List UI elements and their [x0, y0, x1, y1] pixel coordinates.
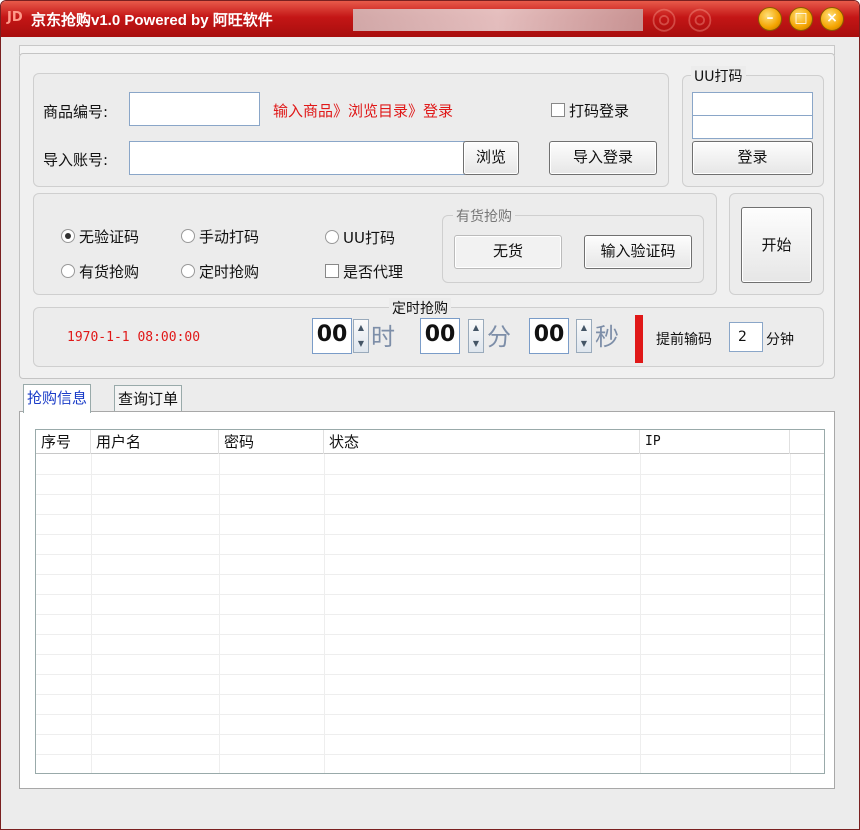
- grid-row-line: [36, 474, 824, 475]
- grid-row-line: [36, 654, 824, 655]
- minutes-spinner[interactable]: ▲ ▼: [468, 319, 484, 353]
- close-button[interactable]: ×: [820, 7, 844, 31]
- column-header-password[interactable]: 密码: [219, 430, 324, 454]
- grid-row-line: [36, 534, 824, 535]
- column-header-ip[interactable]: IP: [640, 430, 790, 454]
- table-header: 序号 用户名 密码 状态 IP: [36, 430, 824, 454]
- import-login-button[interactable]: 导入登录: [549, 141, 657, 175]
- seconds-unit: 秒: [595, 323, 619, 351]
- radio-uu-captcha[interactable]: [325, 230, 339, 244]
- radio-timed-label: 定时抢购: [199, 263, 260, 281]
- enter-captcha-button[interactable]: 输入验证码: [584, 235, 692, 269]
- import-login-button-label: 导入登录: [572, 148, 633, 166]
- seconds-spinner[interactable]: ▲ ▼: [576, 319, 592, 353]
- advance-input[interactable]: 2: [729, 322, 763, 352]
- grid-row-line: [36, 714, 824, 715]
- grid-row-line: [36, 594, 824, 595]
- tab-purchase-info[interactable]: 抢购信息: [23, 384, 92, 413]
- uu-password-input[interactable]: [692, 115, 813, 139]
- advance-unit: 分钟: [766, 332, 794, 348]
- seconds-input[interactable]: 00: [529, 318, 569, 354]
- maximize-button[interactable]: □: [789, 7, 813, 31]
- captcha-login-checkbox[interactable]: [551, 103, 565, 117]
- grid-row-line: [36, 674, 824, 675]
- grid-row-line: [36, 614, 824, 615]
- grid-row-line: [36, 494, 824, 495]
- in-stock-legend: 有货抢购: [453, 206, 515, 226]
- hours-spinner[interactable]: ▲ ▼: [353, 319, 369, 353]
- title-bar[interactable]: JD 京东抢购v1.0 Powered by 阿旺软件 ◎ ◎ – □ ×: [1, 1, 859, 37]
- radio-in-stock[interactable]: [61, 264, 75, 278]
- uu-login-button-label: 登录: [737, 148, 768, 166]
- grid-row-line: [36, 734, 824, 735]
- browse-button[interactable]: 浏览: [463, 141, 519, 175]
- product-id-input[interactable]: [129, 92, 260, 126]
- minutes-unit: 分: [487, 323, 511, 351]
- account-file-input[interactable]: [129, 141, 465, 175]
- stock-status-text: 无货: [492, 242, 523, 260]
- enter-captcha-button-label: 输入验证码: [600, 242, 676, 260]
- decorative-swirl-icon: ◎ ◎: [651, 1, 713, 36]
- radio-manual-captcha-label: 手动打码: [199, 228, 260, 246]
- accounts-table[interactable]: 序号 用户名 密码 状态 IP: [35, 429, 825, 774]
- start-button[interactable]: 开始: [741, 207, 812, 283]
- uu-group-legend: UU打码: [691, 66, 746, 86]
- red-indicator-bar: [635, 315, 643, 363]
- tab-content: 序号 用户名 密码 状态 IP: [19, 411, 835, 789]
- column-header-username[interactable]: 用户名: [91, 430, 219, 454]
- radio-no-captcha-label: 无验证码: [79, 228, 140, 246]
- status-bar: [1, 801, 859, 829]
- grid-row-line: [36, 554, 824, 555]
- column-header-index[interactable]: 序号: [36, 430, 91, 454]
- grid-row-line: [36, 514, 824, 515]
- column-header-status[interactable]: 状态: [324, 430, 640, 454]
- uu-username-input[interactable]: [692, 92, 813, 116]
- title-redaction: [353, 9, 643, 31]
- grid-row-line: [36, 634, 824, 635]
- grid-row-line: [36, 754, 824, 755]
- minimize-button[interactable]: –: [758, 7, 782, 31]
- proxy-checkbox-label: 是否代理: [343, 263, 404, 281]
- stock-status-display: 无货: [454, 235, 562, 269]
- radio-no-captcha[interactable]: [61, 229, 75, 243]
- product-id-label: 商品编号:: [43, 103, 109, 121]
- radio-in-stock-label: 有货抢购: [79, 263, 140, 281]
- hours-unit: 时: [371, 323, 395, 351]
- grid-row-line: [36, 694, 824, 695]
- tab-order-query[interactable]: 查询订单: [114, 385, 183, 413]
- uu-login-button[interactable]: 登录: [692, 141, 813, 175]
- window-title: 京东抢购v1.0 Powered by 阿旺软件: [31, 12, 273, 29]
- start-button-label: 开始: [761, 236, 792, 254]
- timer-legend: 定时抢购: [389, 298, 451, 318]
- grid-row-line: [36, 574, 824, 575]
- hours-input[interactable]: 00: [312, 318, 352, 354]
- radio-uu-captcha-label: UU打码: [343, 229, 395, 247]
- app-window: JD 京东抢购v1.0 Powered by 阿旺软件 ◎ ◎ – □ × 商品…: [0, 0, 860, 830]
- proxy-checkbox[interactable]: [325, 264, 339, 278]
- radio-manual-captcha[interactable]: [181, 229, 195, 243]
- captcha-login-label: 打码登录: [569, 102, 630, 120]
- app-logo-icon: JD: [7, 10, 23, 25]
- advance-label: 提前输码: [656, 332, 712, 348]
- account-import-label: 导入账号:: [43, 151, 109, 169]
- clock-display: 1970-1-1 08:00:00: [67, 330, 201, 345]
- product-hint-text: 输入商品》浏览目录》登录: [273, 102, 454, 120]
- browse-button-label: 浏览: [475, 148, 506, 166]
- radio-timed[interactable]: [181, 264, 195, 278]
- minutes-input[interactable]: 00: [420, 318, 460, 354]
